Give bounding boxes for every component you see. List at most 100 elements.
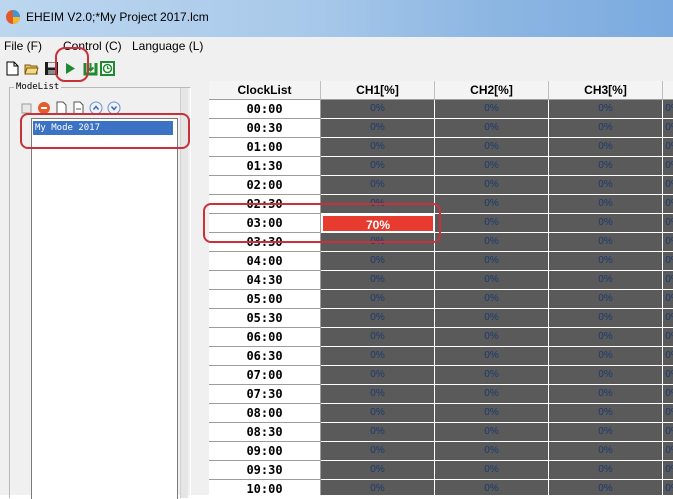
channel-cell[interactable]: 0% <box>549 176 663 195</box>
channel-cell[interactable]: 0% <box>321 480 435 495</box>
channel-cell[interactable]: 0% <box>663 157 673 176</box>
channel-cell[interactable]: 0% <box>549 366 663 385</box>
channel-cell[interactable]: 0% <box>435 252 549 271</box>
modelist-listbox[interactable] <box>31 118 178 499</box>
channel-cell[interactable]: 0% <box>321 100 435 119</box>
channel-cell[interactable]: 0% <box>549 271 663 290</box>
channel-cell[interactable]: 0% <box>663 233 673 252</box>
channel-cell[interactable]: 0% <box>549 442 663 461</box>
new-file-icon[interactable] <box>5 61 20 76</box>
channel-cell[interactable]: 0% <box>549 290 663 309</box>
channel-cell[interactable]: 0% <box>321 138 435 157</box>
channel-cell[interactable]: 0% <box>663 100 673 119</box>
modelist-scrollbar[interactable] <box>180 88 188 498</box>
channel-cell[interactable]: 0% <box>663 195 673 214</box>
header-ch3[interactable]: CH3[%] <box>549 81 663 100</box>
channel-cell[interactable]: 0% <box>663 366 673 385</box>
channel-cell[interactable]: 0% <box>549 423 663 442</box>
channel-cell[interactable]: 0% <box>663 328 673 347</box>
clock-cell[interactable]: 08:00 <box>209 404 321 423</box>
channel-cell[interactable]: 0% <box>321 461 435 480</box>
channel-cell[interactable]: 0% <box>321 309 435 328</box>
channel-cell[interactable]: 0% <box>321 157 435 176</box>
clock-cell[interactable]: 06:30 <box>209 347 321 366</box>
channel-cell[interactable]: 0% <box>435 195 549 214</box>
channel-cell[interactable]: 0% <box>663 442 673 461</box>
clock-cell[interactable]: 00:30 <box>209 119 321 138</box>
channel-cell[interactable]: 0% <box>321 271 435 290</box>
channel-cell[interactable]: 0% <box>435 309 549 328</box>
clock-cell[interactable]: 07:00 <box>209 366 321 385</box>
channel-cell[interactable]: 0% <box>435 461 549 480</box>
channel-cell[interactable]: 0% <box>663 461 673 480</box>
channel-cell[interactable]: 0% <box>435 385 549 404</box>
channel-cell[interactable]: 0% <box>663 404 673 423</box>
channel-cell[interactable]: 0% <box>321 328 435 347</box>
clock-cell[interactable]: 04:00 <box>209 252 321 271</box>
clock-cell[interactable]: 05:30 <box>209 309 321 328</box>
channel-cell[interactable]: 0% <box>549 138 663 157</box>
channel-cell[interactable]: 0% <box>435 480 549 495</box>
channel-cell[interactable]: 0% <box>435 119 549 138</box>
channel-cell[interactable]: 0% <box>549 328 663 347</box>
clock-icon[interactable] <box>100 61 115 76</box>
channel-cell[interactable]: 0% <box>435 176 549 195</box>
channel-cell[interactable]: 0% <box>321 404 435 423</box>
channel-cell[interactable]: 0% <box>435 157 549 176</box>
channel-cell[interactable]: 0% <box>663 271 673 290</box>
channel-cell[interactable]: 0% <box>549 214 663 233</box>
channel-cell[interactable]: 0% <box>663 119 673 138</box>
clock-cell[interactable]: 06:00 <box>209 328 321 347</box>
clock-cell[interactable]: 04:30 <box>209 271 321 290</box>
channel-cell[interactable]: 0% <box>663 176 673 195</box>
header-ch2[interactable]: CH2[%] <box>435 81 549 100</box>
channel-cell[interactable]: 0% <box>663 138 673 157</box>
open-folder-icon[interactable] <box>24 61 39 76</box>
channel-cell[interactable]: 0% <box>321 442 435 461</box>
channel-cell[interactable]: 0% <box>321 347 435 366</box>
channel-cell[interactable]: 0% <box>321 176 435 195</box>
clock-cell[interactable]: 10:00 <box>209 480 321 495</box>
channel-cell[interactable]: 0% <box>321 423 435 442</box>
clock-cell[interactable]: 00:00 <box>209 100 321 119</box>
channel-cell[interactable]: 0% <box>321 252 435 271</box>
channel-cell[interactable]: 0% <box>435 233 549 252</box>
menu-language[interactable]: Language (L) <box>132 39 203 53</box>
channel-cell[interactable]: 0% <box>435 442 549 461</box>
channel-cell[interactable]: 0% <box>663 423 673 442</box>
clock-cell[interactable]: 01:30 <box>209 157 321 176</box>
clock-cell[interactable]: 07:30 <box>209 385 321 404</box>
channel-cell[interactable]: 0% <box>435 423 549 442</box>
channel-cell[interactable]: 0% <box>663 252 673 271</box>
channel-cell[interactable]: 0% <box>663 290 673 309</box>
channel-cell[interactable]: 0% <box>549 309 663 328</box>
clock-cell[interactable]: 09:30 <box>209 461 321 480</box>
channel-cell[interactable]: 0% <box>321 119 435 138</box>
channel-cell[interactable]: 0% <box>435 100 549 119</box>
clock-cell[interactable]: 01:00 <box>209 138 321 157</box>
channel-cell[interactable]: 0% <box>549 347 663 366</box>
channel-cell[interactable]: 0% <box>321 385 435 404</box>
channel-cell[interactable]: 0% <box>435 290 549 309</box>
channel-cell[interactable]: 0% <box>549 404 663 423</box>
channel-cell[interactable]: 0% <box>663 347 673 366</box>
channel-cell[interactable]: 0% <box>435 328 549 347</box>
channel-cell[interactable]: 0% <box>435 404 549 423</box>
channel-cell[interactable]: 0% <box>549 195 663 214</box>
channel-cell[interactable]: 0% <box>549 461 663 480</box>
channel-cell[interactable]: 0% <box>435 138 549 157</box>
clock-cell[interactable]: 09:00 <box>209 442 321 461</box>
clock-cell[interactable]: 02:00 <box>209 176 321 195</box>
channel-cell[interactable]: 0% <box>549 252 663 271</box>
channel-cell[interactable]: 0% <box>435 271 549 290</box>
channel-cell[interactable]: 0% <box>663 385 673 404</box>
clock-cell[interactable]: 05:00 <box>209 290 321 309</box>
menu-file[interactable]: File (F) <box>4 39 42 53</box>
channel-cell[interactable]: 0% <box>435 347 549 366</box>
channel-cell[interactable]: 0% <box>549 385 663 404</box>
channel-cell[interactable]: 0% <box>549 100 663 119</box>
clock-cell[interactable]: 08:30 <box>209 423 321 442</box>
channel-cell[interactable]: 0% <box>435 366 549 385</box>
channel-cell[interactable]: 0% <box>663 480 673 495</box>
channel-cell[interactable]: 0% <box>663 214 673 233</box>
